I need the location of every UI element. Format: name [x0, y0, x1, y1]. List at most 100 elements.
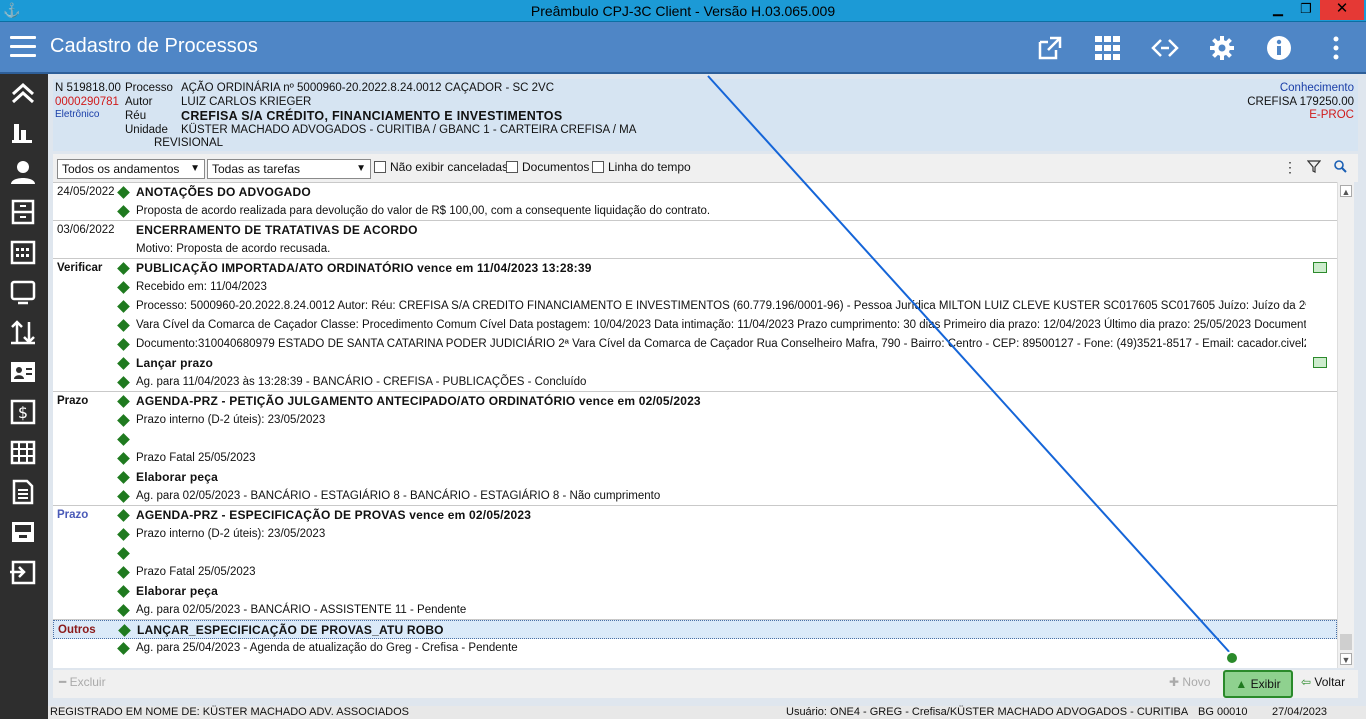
- nao-exibir-canceladas-checkbox[interactable]: Não exibir canceladas: [374, 160, 508, 174]
- window-titlebar: ⚓ Preâmbulo CPJ-3C Client - Versão H.03.…: [0, 0, 1366, 22]
- user-icon[interactable]: [8, 158, 38, 186]
- logout-icon[interactable]: [8, 558, 38, 586]
- client-reference: CREFISA 179250.00: [1247, 96, 1354, 108]
- case-number: N 519818.00: [55, 82, 121, 94]
- entry-group[interactable]: Verificar PUBLICAÇÃO IMPORTADA/ATO ORDINA…: [53, 258, 1337, 391]
- entry-line[interactable]: Outros LANÇAR_ESPECIFICAÇÃO DE PROVAS_ATU…: [53, 620, 1337, 639]
- entry-line[interactable]: Prazo Fatal 25/05/2023: [53, 449, 1337, 468]
- diamond-icon: [117, 262, 130, 275]
- entry-line[interactable]: Vara Cível da Comarca de Caçador Classe:…: [53, 316, 1337, 335]
- entry-line[interactable]: Motivo: Proposta de acordo recusada.: [53, 240, 1337, 259]
- collapse-up-icon[interactable]: [8, 80, 38, 108]
- documentos-checkbox[interactable]: Documentos: [506, 160, 589, 174]
- entry-line[interactable]: Documento:310040680979 ESTADO DE SANTA C…: [53, 335, 1337, 354]
- chart-icon[interactable]: [8, 118, 38, 146]
- entry-group[interactable]: Outros LANÇAR_ESPECIFICAÇÃO DE PROVAS_ATU…: [53, 619, 1337, 657]
- entry-line[interactable]: Prazo Fatal 25/05/2023: [53, 563, 1337, 582]
- gear-icon[interactable]: [1208, 34, 1236, 62]
- more-vertical-icon[interactable]: ⋮: [1283, 159, 1297, 176]
- system-badge: E-PROC: [1309, 109, 1354, 121]
- entry-line[interactable]: Elaborar peça: [53, 468, 1337, 487]
- entry-heading: ENCERRAMENTO DE TRATATIVAS DE ACORDO: [136, 223, 418, 237]
- entry-line[interactable]: Verificar PUBLICAÇÃO IMPORTADA/ATO ORDINA…: [53, 259, 1337, 278]
- external-link-icon[interactable]: [1036, 34, 1064, 62]
- minimize-button[interactable]: ▁: [1264, 0, 1292, 20]
- entry-group[interactable]: Prazo AGENDA-PRZ - PETIÇÃO JULGAMENTO ANT…: [53, 391, 1337, 505]
- entry-line[interactable]: Proposta de acordo realizada para devolu…: [53, 202, 1337, 221]
- voltar-label: Voltar: [1314, 675, 1346, 689]
- action-bar: ━ Excluir ✚ Novo ▲ Exibir ⇦ Voltar: [53, 670, 1358, 698]
- case-code: 0000290781: [55, 96, 119, 108]
- entry-line[interactable]: Processo: 5000960-20.2022.8.24.0012 Auto…: [53, 297, 1337, 316]
- activity-list[interactable]: 24/05/2022 ANOTAÇÕES DO ADVOGADO Proposta …: [53, 182, 1337, 668]
- entry-line[interactable]: Lançar prazo: [53, 354, 1337, 373]
- money-icon[interactable]: $: [8, 398, 38, 426]
- apps-grid-icon[interactable]: [1094, 34, 1122, 62]
- entry-label: Prazo: [57, 395, 89, 407]
- excluir-button[interactable]: ━ Excluir: [59, 675, 106, 689]
- table-icon[interactable]: [8, 438, 38, 466]
- folder-open-icon[interactable]: [1313, 262, 1327, 273]
- entry-line[interactable]: Prazo AGENDA-PRZ - ESPECIFICAÇÃO DE PROVA…: [53, 506, 1337, 525]
- close-button[interactable]: ✕: [1320, 0, 1364, 20]
- entry-line[interactable]: Prazo AGENDA-PRZ - PETIÇÃO JULGAMENTO ANT…: [53, 392, 1337, 411]
- maximize-button[interactable]: ❐: [1292, 0, 1320, 20]
- entry-line[interactable]: 24/05/2022 ANOTAÇÕES DO ADVOGADO: [53, 183, 1337, 202]
- vertical-scrollbar[interactable]: ▲ ▼: [1337, 182, 1354, 668]
- entry-text: Motivo: Proposta de acordo recusada.: [136, 243, 331, 255]
- exibir-label: Exibir: [1250, 677, 1281, 691]
- hamburger-menu-icon[interactable]: [10, 36, 36, 58]
- diamond-icon: [117, 376, 130, 389]
- entry-line[interactable]: Ag. para 25/04/2023 - Agenda de atualiza…: [53, 639, 1337, 658]
- andamentos-select[interactable]: Todos os andamentos ▼: [57, 159, 205, 179]
- inbox-icon[interactable]: [8, 518, 38, 546]
- entry-line[interactable]: Prazo interno (D-2 úteis): 23/05/2023: [53, 525, 1337, 544]
- novo-button[interactable]: ✚ Novo: [1169, 675, 1210, 689]
- entry-line[interactable]: Prazo interno (D-2 úteis): 23/05/2023: [53, 411, 1337, 430]
- case-header: N 519818.00 Processo AÇÃO ORDINÁRIA nº 5…: [53, 79, 1358, 151]
- calendar-icon[interactable]: [8, 238, 38, 266]
- document-icon[interactable]: [8, 478, 38, 506]
- link-icon[interactable]: [1151, 34, 1179, 62]
- entry-line[interactable]: Ag. para 11/04/2023 às 13:28:39 - BANCÁR…: [53, 373, 1337, 392]
- sort-icon[interactable]: [8, 318, 38, 346]
- archive-icon[interactable]: [8, 198, 38, 226]
- scroll-down-icon[interactable]: ▼: [1340, 653, 1352, 665]
- entry-line[interactable]: 03/06/2022 ENCERRAMENTO DE TRATATIVAS DE …: [53, 221, 1337, 240]
- scroll-up-icon[interactable]: ▲: [1340, 185, 1352, 197]
- voltar-button[interactable]: ⇦ Voltar: [1301, 675, 1345, 689]
- window-title: Preâmbulo CPJ-3C Client - Versão H.03.06…: [530, 3, 836, 19]
- entry-line[interactable]: [53, 430, 1337, 449]
- entry-label: Verificar: [57, 262, 103, 274]
- svg-text:$: $: [18, 403, 28, 422]
- tarefas-select[interactable]: Todas as tarefas ▼: [207, 159, 371, 179]
- contact-card-icon[interactable]: [8, 358, 38, 386]
- entry-group[interactable]: 03/06/2022 ENCERRAMENTO DE TRATATIVAS DE …: [53, 220, 1337, 258]
- entry-line[interactable]: Recebido em: 11/04/2023: [53, 278, 1337, 297]
- entry-line[interactable]: Elaborar peça: [53, 582, 1337, 601]
- arrow-left-icon: ⇦: [1301, 675, 1312, 689]
- entry-heading: Elaborar peça: [136, 470, 218, 484]
- diamond-icon: [117, 452, 130, 465]
- entry-line[interactable]: Ag. para 02/05/2023 - BANCÁRIO - ESTAGIÁ…: [53, 487, 1337, 506]
- scrollbar-thumb[interactable]: [1340, 634, 1352, 650]
- entry-heading: AGENDA-PRZ - PETIÇÃO JULGAMENTO ANTECIPA…: [136, 394, 701, 408]
- tv-icon[interactable]: [8, 278, 38, 306]
- tarefas-select-value: Todas as tarefas: [212, 162, 301, 176]
- entry-text: Vara Cível da Comarca de Caçador Classe:…: [136, 319, 1306, 331]
- entry-text: Ag. para 11/04/2023 às 13:28:39 - BANCÁR…: [136, 376, 587, 388]
- folder-open-icon[interactable]: [1313, 357, 1327, 368]
- entry-text: Ag. para 02/05/2023 - BANCÁRIO - ASSISTE…: [136, 604, 467, 616]
- linha-do-tempo-checkbox[interactable]: Linha do tempo: [592, 160, 691, 174]
- entry-line[interactable]: Ag. para 02/05/2023 - BANCÁRIO - ASSISTE…: [53, 601, 1337, 620]
- more-vertical-icon[interactable]: [1322, 34, 1350, 62]
- entry-group[interactable]: 24/05/2022 ANOTAÇÕES DO ADVOGADO Proposta …: [53, 182, 1337, 220]
- exibir-button[interactable]: ▲ Exibir: [1223, 670, 1293, 698]
- search-icon[interactable]: [1333, 159, 1347, 176]
- filter-icon[interactable]: [1306, 159, 1322, 176]
- diamond-icon: [117, 357, 130, 370]
- filter-bar: Todos os andamentos ▼ Todas as tarefas ▼…: [53, 154, 1358, 182]
- entry-group[interactable]: Prazo AGENDA-PRZ - ESPECIFICAÇÃO DE PROVA…: [53, 505, 1337, 619]
- entry-line[interactable]: [53, 544, 1337, 563]
- info-icon[interactable]: [1265, 34, 1293, 62]
